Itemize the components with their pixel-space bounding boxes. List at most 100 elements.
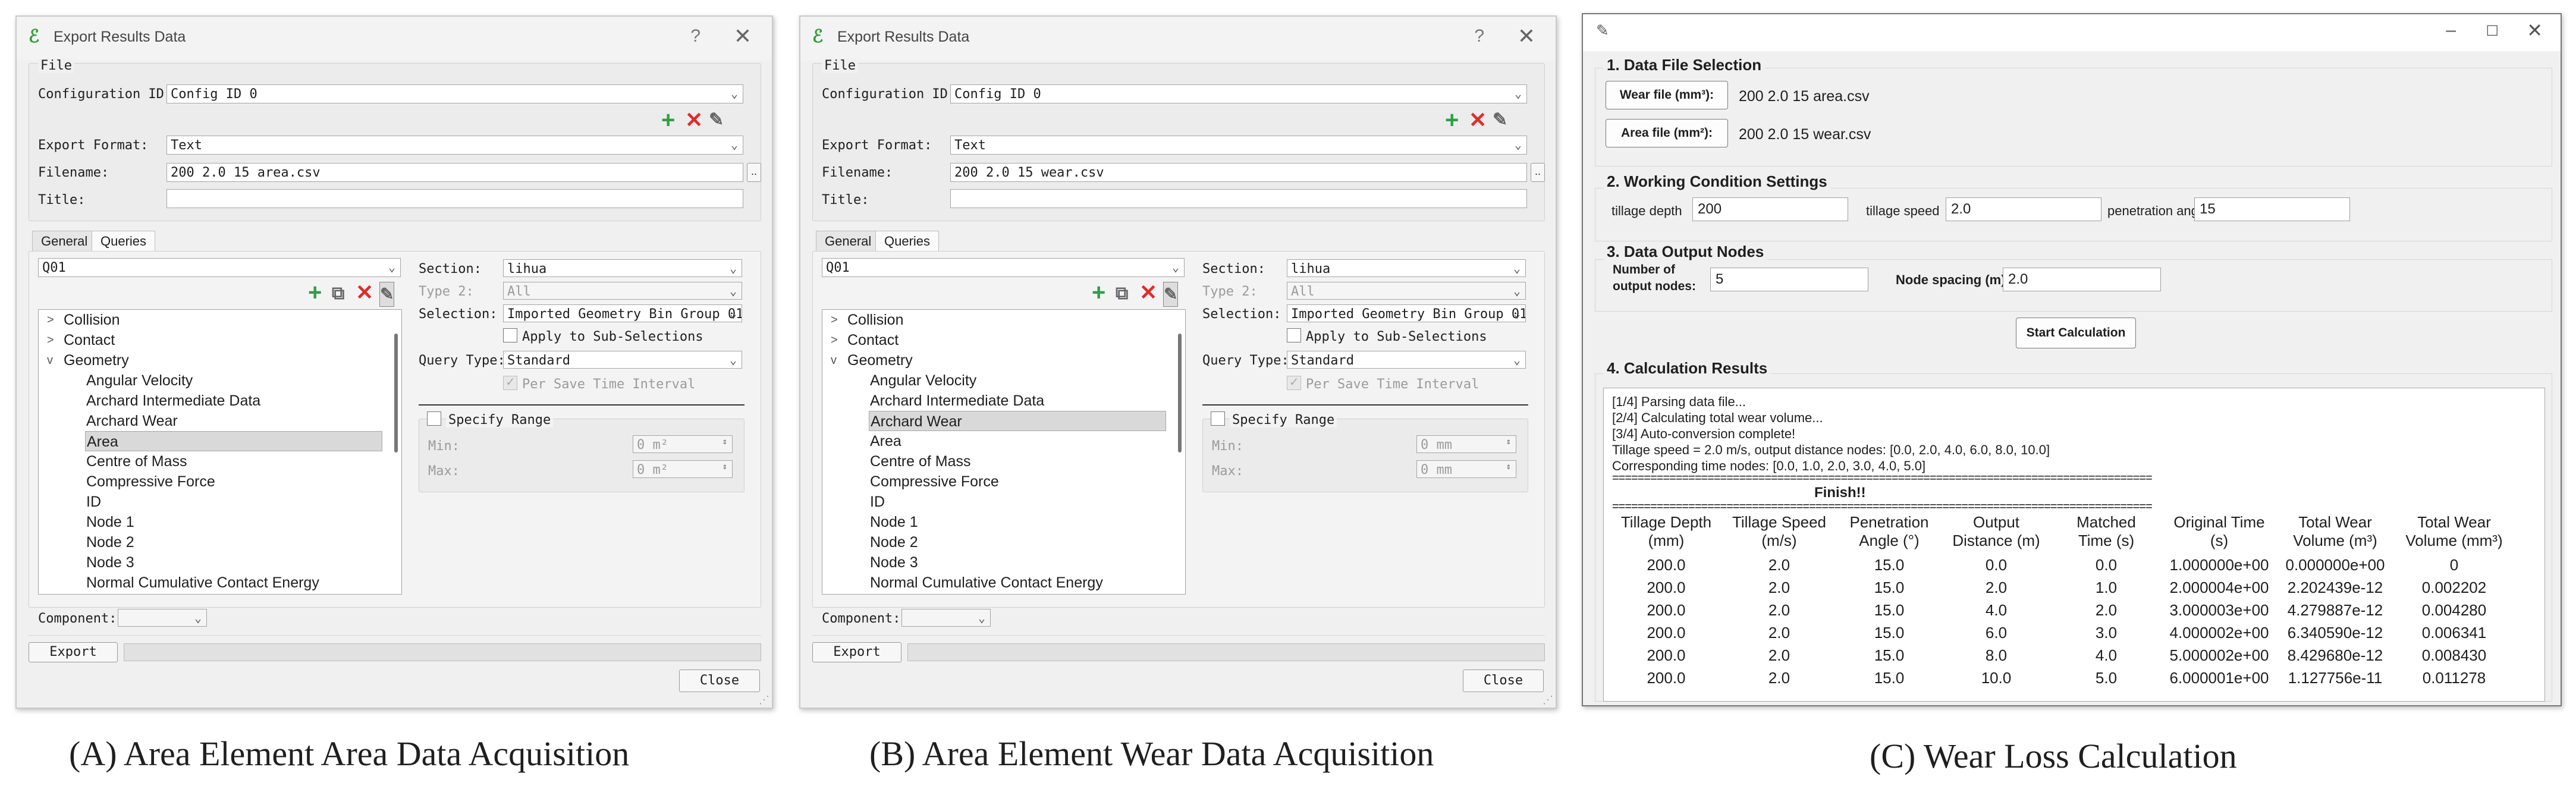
query-select[interactable]: Q01 ⌄ xyxy=(822,258,1185,277)
tree-item[interactable]: Normal Cumulative Contact Energy xyxy=(39,573,385,593)
delete-icon[interactable]: ✕ xyxy=(685,108,703,132)
tree-item[interactable]: Node 2 xyxy=(39,532,385,552)
selection-select[interactable]: Imported Geometry Bin Group 01 ⌄ xyxy=(1287,304,1526,322)
minimize-button[interactable]: – xyxy=(2446,20,2456,40)
add-icon[interactable]: + xyxy=(1445,108,1459,132)
help-button[interactable]: ? xyxy=(690,26,700,46)
selection-select[interactable]: Imported Geometry Bin Group 01 ⌄ xyxy=(503,304,742,322)
filename-input[interactable]: 200 2.0 15 area.csv xyxy=(167,163,743,182)
section-select[interactable]: lihua ⌄ xyxy=(503,259,742,277)
tree-scrollbar[interactable] xyxy=(1178,334,1182,452)
start-calculation-button[interactable]: Start Calculation xyxy=(2016,318,2136,348)
maximize-button[interactable]: ☐ xyxy=(2486,23,2499,40)
tree-item[interactable]: Compressive Force xyxy=(39,472,385,492)
tree-item[interactable]: Archard Wear xyxy=(39,411,385,431)
browse-button[interactable]: .. xyxy=(1531,163,1545,182)
tree-item[interactable]: Angular Velocity xyxy=(39,370,385,391)
export-button[interactable]: Export xyxy=(812,642,901,662)
speed-input[interactable]: 2.0 xyxy=(1946,197,2101,221)
tree-item[interactable]: Area xyxy=(822,431,1168,451)
results-text-output[interactable]: [1/4] Parsing data file... [2/4] Calculat… xyxy=(1603,388,2545,702)
tree-item[interactable]: > Collision xyxy=(39,310,385,330)
add-query-icon[interactable]: + xyxy=(308,281,322,304)
tree-item[interactable]: > Collision xyxy=(822,310,1168,330)
edit-query-icon[interactable]: ✎ xyxy=(1163,282,1179,307)
tab-general[interactable]: General xyxy=(816,231,881,252)
tree-item[interactable]: v Geometry xyxy=(822,350,1168,370)
apply-sub-checkbox[interactable] xyxy=(1287,328,1301,342)
edit-icon[interactable]: ✎ xyxy=(709,108,724,132)
spacing-input[interactable]: 2.0 xyxy=(2003,268,2161,291)
query-type-select[interactable]: Standard ⌄ xyxy=(1287,351,1526,369)
add-query-icon[interactable]: + xyxy=(1092,281,1105,304)
tree-item[interactable]: Centre of Mass xyxy=(822,451,1168,472)
add-icon[interactable]: + xyxy=(661,108,675,132)
close-button[interactable]: Close xyxy=(679,670,760,692)
tab-queries[interactable]: Queries xyxy=(92,231,156,252)
close-icon[interactable]: ✕ xyxy=(734,24,752,49)
tree-item[interactable]: Archard Intermediate Data xyxy=(39,391,385,411)
depth-input[interactable]: 200 xyxy=(1692,197,1848,221)
chevron-right-icon: > xyxy=(831,313,838,326)
tree-item[interactable]: ID xyxy=(39,492,385,512)
config-select[interactable]: Config ID 0 ⌄ xyxy=(167,84,743,103)
tree-item[interactable]: Node 2 xyxy=(822,532,1168,552)
angle-input[interactable]: 15 xyxy=(2194,197,2350,221)
export-button[interactable]: Export xyxy=(29,642,118,662)
table-cell: 2.0 xyxy=(1768,624,1790,642)
nodes-input[interactable]: 5 xyxy=(1710,268,1868,291)
tree-item[interactable]: Node 1 xyxy=(822,512,1168,532)
header-line1: Output xyxy=(1972,513,2020,531)
tree-item[interactable]: Compressive Force xyxy=(822,472,1168,492)
format-select[interactable]: Text ⌄ xyxy=(167,136,743,155)
filename-input[interactable]: 200 2.0 15 wear.csv xyxy=(950,163,1527,182)
browse-button[interactable]: .. xyxy=(747,163,761,182)
area-file-button[interactable]: Area file (mm²): xyxy=(1606,119,1728,147)
help-button[interactable]: ? xyxy=(1474,26,1484,46)
chevron-down-icon: ⌄ xyxy=(729,306,737,320)
copy-query-icon[interactable]: ⧉ xyxy=(332,282,344,306)
tree-item[interactable]: Node 3 xyxy=(822,552,1168,573)
delete-icon[interactable]: ✕ xyxy=(1469,108,1487,132)
section-select[interactable]: lihua ⌄ xyxy=(1287,259,1526,277)
speed-label: tillage speed xyxy=(1866,203,1940,218)
config-select[interactable]: Config ID 0 ⌄ xyxy=(950,84,1527,103)
query-type-select[interactable]: Standard ⌄ xyxy=(503,351,742,369)
results-tree[interactable]: > Collision > Contact v Geometry Angular Veloc… xyxy=(822,309,1186,595)
tree-item[interactable]: Angular Velocity xyxy=(822,370,1168,391)
results-tree[interactable]: > Collision > Contact v Geometry Angular Veloc… xyxy=(38,309,402,595)
close-button[interactable]: ✕ xyxy=(2527,19,2543,42)
specify-range-checkbox[interactable] xyxy=(1211,411,1225,426)
tree-item[interactable]: v Geometry xyxy=(39,350,385,370)
table-cell: 15.0 xyxy=(1874,579,1905,596)
apply-sub-checkbox[interactable] xyxy=(503,328,517,342)
tree-item[interactable]: Normal Cumulative Contact Energy xyxy=(822,573,1168,593)
edit-icon[interactable]: ✎ xyxy=(1493,108,1507,132)
tree-item[interactable]: Archard Intermediate Data xyxy=(822,391,1168,411)
title-input[interactable] xyxy=(167,189,743,208)
tree-item[interactable]: Centre of Mass xyxy=(39,451,385,472)
delete-query-icon[interactable]: ✕ xyxy=(1139,281,1157,304)
format-select[interactable]: Text ⌄ xyxy=(950,136,1527,155)
tree-item[interactable]: Node 1 xyxy=(39,512,385,532)
tree-item[interactable]: > Contact xyxy=(822,330,1168,350)
tree-item[interactable]: Archard Wear xyxy=(869,411,1166,431)
close-button[interactable]: Close xyxy=(1463,670,1544,692)
copy-query-icon[interactable]: ⧉ xyxy=(1116,282,1128,306)
delete-query-icon[interactable]: ✕ xyxy=(356,281,373,304)
tree-item[interactable]: Node 3 xyxy=(39,552,385,573)
wear-file-button[interactable]: Wear file (mm³): xyxy=(1606,81,1728,109)
tab-queries[interactable]: Queries xyxy=(875,231,940,252)
query-select[interactable]: Q01 ⌄ xyxy=(38,258,401,277)
tree-item-label: Angular Velocity xyxy=(870,372,977,389)
specify-range-checkbox[interactable] xyxy=(427,411,441,426)
tree-scrollbar[interactable] xyxy=(394,334,398,452)
title-input[interactable] xyxy=(950,189,1527,208)
close-icon[interactable]: ✕ xyxy=(1518,24,1535,49)
edit-query-icon[interactable]: ✎ xyxy=(379,282,395,307)
component-select: ⌄ xyxy=(901,609,991,627)
tree-item[interactable]: ID xyxy=(822,492,1168,512)
tree-item[interactable]: > Contact xyxy=(39,330,385,350)
tree-item[interactable]: Area xyxy=(85,431,382,451)
tab-general[interactable]: General xyxy=(32,231,97,252)
